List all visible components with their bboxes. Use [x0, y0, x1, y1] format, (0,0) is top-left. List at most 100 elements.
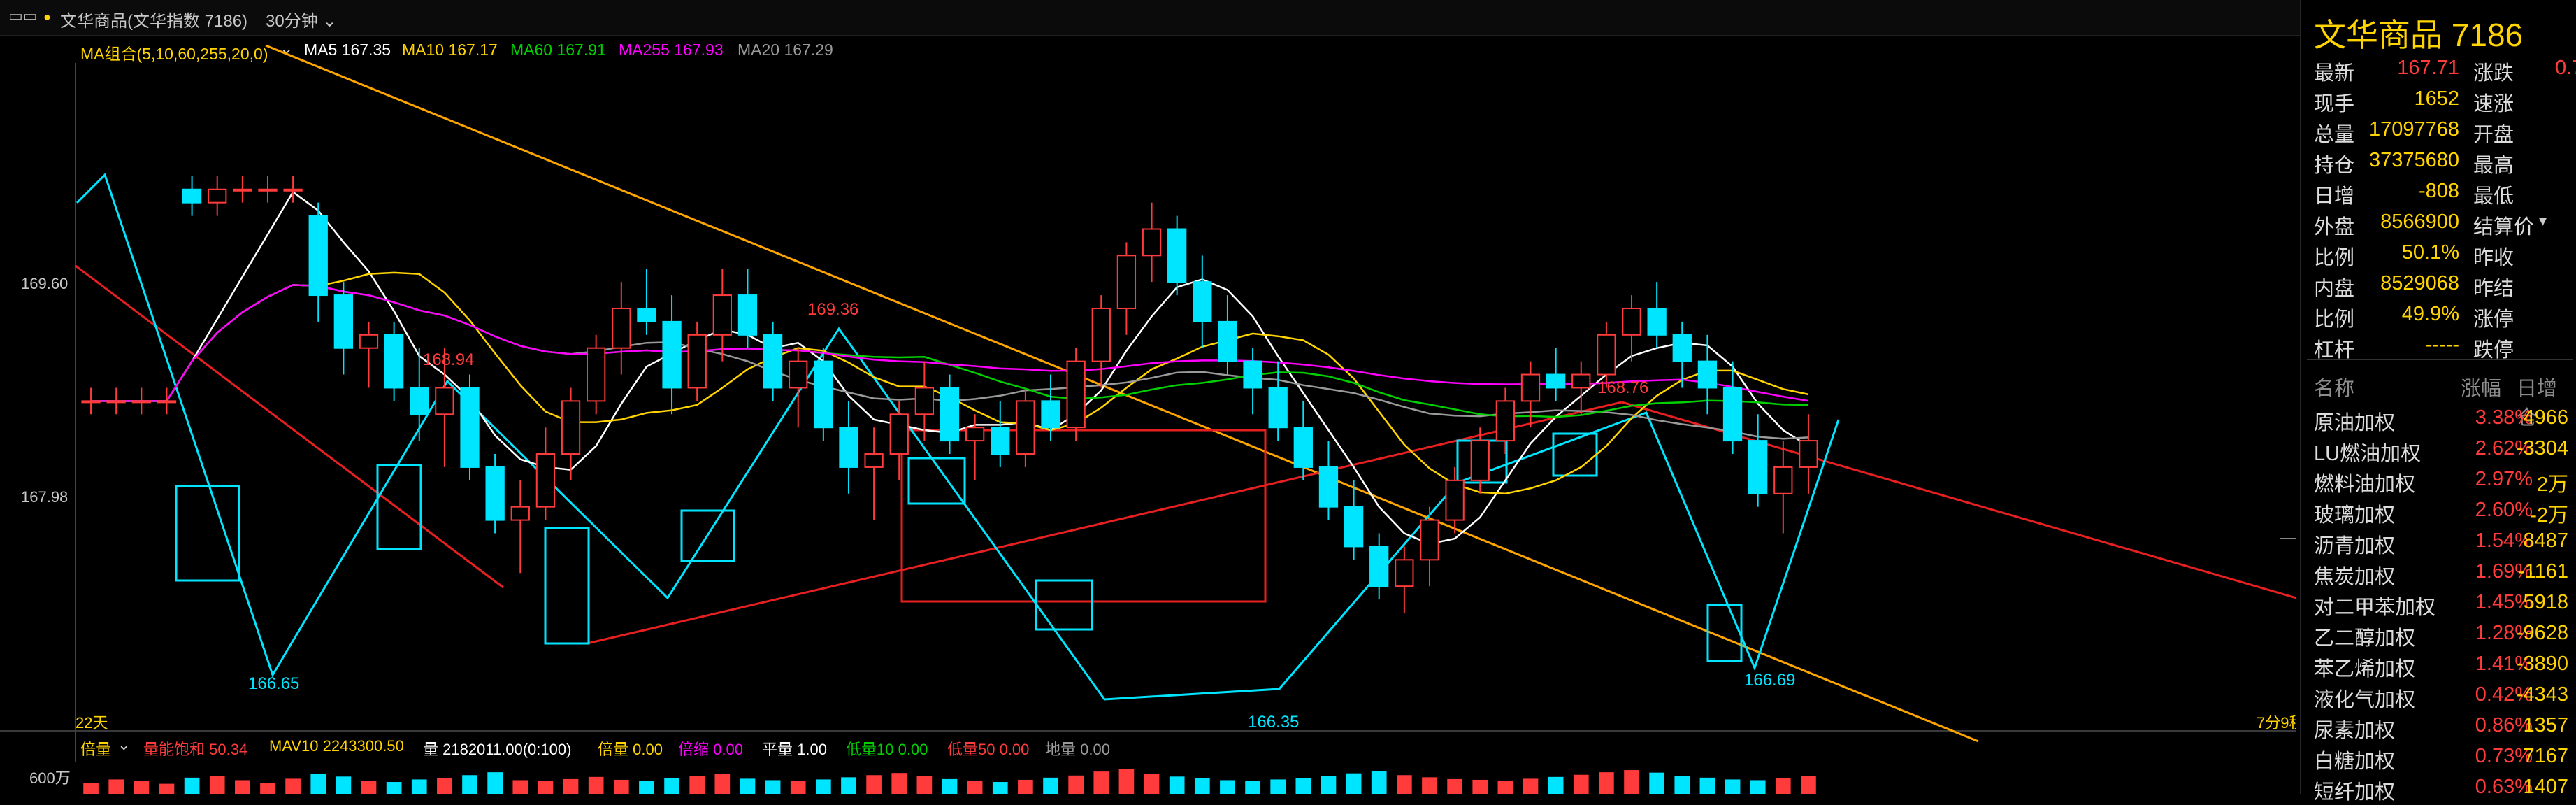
trend-line[interactable] — [1621, 401, 2296, 599]
watchlist-row[interactable]: LU燃油加权 2.62% -3304 — [2314, 433, 2573, 465]
header-pct[interactable]: 涨幅 — [2461, 372, 2501, 401]
volume-bar — [1750, 780, 1766, 794]
candle-body — [1293, 427, 1313, 468]
volume-legend-item: 地量 0.00 — [1045, 741, 1110, 758]
quote-label: 最高 — [2473, 155, 2514, 177]
volume-bar — [1118, 769, 1135, 794]
trend-line[interactable] — [265, 44, 1979, 743]
watchlist-row[interactable]: 短纤加权 0.63% 1407 — [2314, 771, 2573, 804]
ma5-line — [91, 190, 1809, 545]
quote-row: 最新 167.71 涨跌 0.79 — [2314, 52, 2576, 85]
period-dropdown[interactable]: 30分钟 ⌄ — [266, 7, 336, 31]
annotation-high: 169.36 — [807, 300, 858, 319]
instrument-name: 尿素加权 — [2314, 720, 2396, 742]
volume-bar — [538, 781, 554, 794]
candle-body — [1395, 559, 1414, 587]
oi-change: -3890 — [2516, 653, 2568, 675]
volume-bar — [285, 778, 301, 794]
volume-bar — [1346, 773, 1362, 794]
oi-change: -1161 — [2517, 560, 2568, 583]
quote-row: 杠杆 ----- 跌停 — [2314, 329, 2573, 362]
pattern-box[interactable] — [376, 464, 422, 550]
price-box[interactable] — [900, 429, 1267, 603]
watchlist-row[interactable]: 尿素加权 0.86% 1357 — [2314, 710, 2573, 742]
instrument-name: 燃料油加权 — [2314, 473, 2416, 496]
volume-bar — [411, 779, 427, 794]
quote-label: 现手 — [2314, 93, 2355, 115]
volume-indicator-toggle[interactable]: 倍量 — [80, 737, 111, 760]
quote-label: 涨停 — [2473, 308, 2514, 331]
candle-body — [384, 334, 404, 389]
pattern-box[interactable] — [175, 485, 240, 582]
candle-body — [864, 453, 884, 468]
divider — [2307, 359, 2573, 360]
kline-chart[interactable]: MA组合(5,10,60,255,20,0) ⌄ MA5 167.35 MA10… — [0, 35, 2296, 794]
candle-body — [561, 400, 581, 455]
y-tick-label: 167.98 — [21, 488, 68, 506]
candle-body — [333, 294, 354, 349]
quote-value: 0.79 — [2555, 57, 2576, 79]
quote-value: 8529068 — [2380, 272, 2459, 294]
volume-bar — [1295, 778, 1311, 794]
watchlist-row[interactable]: 白糖加权 0.73% 7167 — [2314, 741, 2573, 773]
candle-body — [233, 188, 252, 192]
annotation-high: 168.76 — [1597, 378, 1648, 397]
quote-value: 49.9% — [2401, 303, 2459, 325]
quote-row: 总量 17097768 开盘 — [2314, 114, 2573, 146]
candle-body — [1495, 400, 1516, 442]
volume-bar — [209, 776, 225, 794]
candle-body — [662, 320, 682, 389]
watchlist-row[interactable]: 燃料油加权 2.97% 2万 — [2314, 464, 2573, 496]
candle-body — [308, 215, 328, 297]
volume-bar — [1548, 776, 1564, 794]
candle-body — [587, 347, 606, 402]
volume-bar — [992, 782, 1008, 794]
instrument-name: 乙二醇加权 — [2314, 627, 2416, 650]
candle-body — [1445, 479, 1465, 521]
quote-value: ----- — [2425, 334, 2459, 356]
pattern-box[interactable] — [544, 527, 590, 645]
layout-icon[interactable]: ▭▭ — [8, 7, 38, 25]
candle-body — [763, 334, 783, 389]
price-plot[interactable]: 169.60 167.98 22天 7分9秒 168.94 1 — [0, 35, 2296, 794]
volume-bar — [437, 778, 452, 794]
watchlist-row[interactable]: 乙二醇加权 1.28% -9628 — [2314, 618, 2573, 650]
watchlist-row[interactable]: 焦炭加权 1.69% -1161 — [2314, 556, 2573, 588]
volume-bar — [184, 777, 200, 794]
quote-value: 50.1% — [2401, 241, 2459, 264]
oi-change: 4966 — [2523, 406, 2568, 429]
chevron-down-icon[interactable]: ⌄ — [117, 736, 130, 754]
trend-line[interactable] — [587, 401, 1622, 645]
quote-label: 外盘 — [2314, 216, 2355, 238]
candle-body — [889, 413, 909, 455]
volume-bar — [1699, 777, 1715, 794]
y-tick-label: 169.60 — [21, 275, 68, 292]
watchlist-row[interactable]: 对二甲苯加权 1.45% 5918 — [2314, 587, 2573, 619]
candle-body — [1116, 255, 1137, 309]
header-name[interactable]: 名称 — [2314, 372, 2354, 401]
volume-bar — [336, 776, 352, 794]
watchlist-row[interactable]: 沥青加权 1.54% 8487 — [2314, 525, 2573, 557]
volume-bar — [1649, 772, 1664, 794]
watchlist-row[interactable]: 液化气加权 0.42% -4343 — [2314, 679, 2573, 711]
candle-body — [283, 188, 303, 192]
chevron-down-icon[interactable]: ▾ — [2539, 212, 2547, 230]
period-count-label: 22天 — [75, 714, 108, 732]
candle-body — [435, 387, 454, 415]
quote-value: -808 — [2418, 180, 2459, 202]
pattern-box[interactable] — [1035, 579, 1093, 631]
watchlist-row[interactable]: 玻璃加权 2.60% -2万 — [2314, 494, 2573, 527]
volume-bar — [1194, 778, 1210, 794]
volume-bar — [487, 772, 503, 794]
volume-bar — [1270, 779, 1286, 794]
volume-bar — [1573, 774, 1589, 794]
candle-body — [1167, 228, 1187, 283]
watchlist-row[interactable]: 苯乙烯加权 1.41% -3890 — [2314, 648, 2573, 681]
quote-value: 1652 — [2414, 87, 2459, 110]
candle-body — [131, 400, 151, 404]
quote-label: 比例 — [2314, 247, 2355, 269]
candle-body — [991, 427, 1010, 455]
watchlist-row[interactable]: 原油加权 3.38% 4966 — [2314, 402, 2573, 434]
quote-panel: 文华商品 7186 最新 167.71 涨跌 0.79 现手 1652 速涨总量 170977… — [2300, 0, 2576, 804]
volume-legend-item: 低量50 0.00 — [947, 741, 1030, 758]
